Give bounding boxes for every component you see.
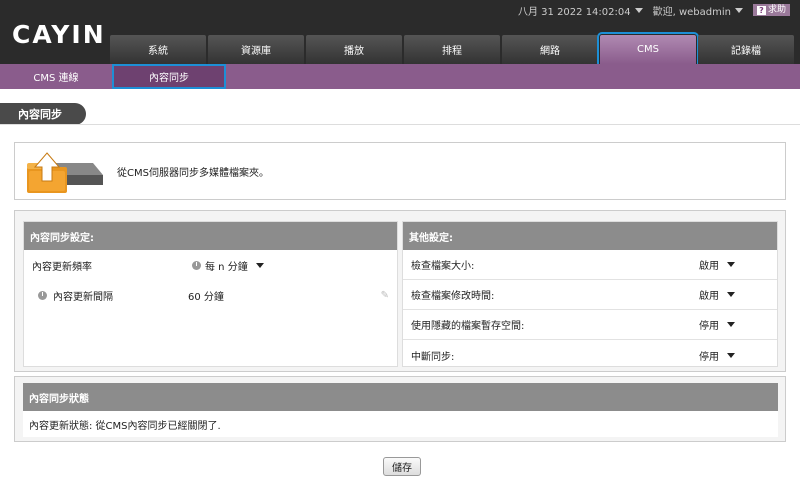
sync-status-panel: 內容同步狀態 內容更新狀態: 從CMS內容同步已經關閉了. — [23, 383, 778, 437]
check-file-size-label: 檢查檔案大小: — [411, 261, 475, 272]
check-file-size-value: 啟用 — [699, 261, 719, 272]
user-menu-dropdown-icon[interactable] — [734, 7, 743, 13]
hidden-cache-label: 使用隱藏的檔案暫存空間: — [411, 321, 525, 332]
update-frequency-value: 每 n 分鐘 — [205, 261, 248, 273]
hidden-cache-row: 使用隱藏的檔案暫存空間: 停用 — [403, 310, 777, 340]
update-interval-row: 內容更新間隔 60 分鐘 ✎ — [24, 280, 397, 310]
update-interval-label: 內容更新間隔 — [53, 291, 113, 303]
other-settings-panel: 其他設定: 檢查檔案大小: 啟用 檢查檔案修改時間: 啟用 使用隱藏的檔案暫存空… — [402, 221, 778, 367]
update-frequency-row: 內容更新頻率 每 n 分鐘 — [24, 250, 397, 280]
tab-playback[interactable]: 播放 — [306, 35, 402, 64]
check-modified-time-select[interactable]: 啟用 — [699, 287, 735, 302]
check-modified-time-value: 啟用 — [699, 291, 719, 302]
sub-navigation: CMS 連線 內容同步 — [0, 64, 800, 89]
upload-folder-icon — [27, 152, 103, 193]
check-modified-time-label: 檢查檔案修改時間: — [411, 291, 495, 302]
clock-icon — [192, 260, 201, 270]
panel-header: 其他設定: — [403, 222, 777, 250]
update-frequency-select[interactable]: 每 n 分鐘 — [192, 258, 264, 273]
brand-logo: CAYIN — [12, 20, 106, 49]
help-button[interactable]: ? 求助 — [752, 4, 790, 16]
sync-status-section: 內容同步狀態 內容更新狀態: 從CMS內容同步已經關閉了. — [14, 376, 786, 442]
tab-cms[interactable]: CMS — [597, 32, 699, 67]
page-title: 內容同步 — [0, 103, 86, 125]
interrupt-sync-label: 中斷同步: — [411, 351, 455, 363]
check-file-size-row: 檢查檔案大小: 啟用 — [403, 250, 777, 280]
help-label: 求助 — [767, 5, 786, 15]
tab-logs[interactable]: 記錄檔 — [698, 35, 794, 64]
update-interval-value: 60 分鐘 — [188, 291, 224, 303]
clock-icon — [38, 290, 47, 300]
subtab-content-sync[interactable]: 內容同步 — [112, 64, 226, 89]
datetime-display: 八月 31 2022 14:02:04 — [517, 6, 631, 18]
panel-header: 內容同步設定: — [24, 222, 397, 250]
user-welcome[interactable]: 歡迎, webadmin — [653, 3, 731, 18]
caret-down-icon — [727, 352, 735, 358]
datetime-dropdown-icon[interactable] — [634, 7, 643, 13]
info-box: 從CMS伺服器同步多媒體檔案夾。 — [14, 142, 786, 200]
hidden-cache-select[interactable]: 停用 — [699, 317, 735, 332]
subtab-cms-connection[interactable]: CMS 連線 — [0, 64, 112, 89]
caret-down-icon — [255, 262, 264, 268]
status-header: 內容同步狀態 — [23, 383, 778, 411]
interrupt-sync-select[interactable]: 停用 — [699, 348, 735, 363]
interrupt-sync-value: 停用 — [699, 351, 719, 363]
tab-schedule[interactable]: 排程 — [404, 35, 500, 64]
interrupt-sync-row: 中斷同步: 停用 — [403, 340, 777, 370]
info-text: 從CMS伺服器同步多媒體檔案夾。 — [117, 167, 269, 179]
tab-library[interactable]: 資源庫 — [208, 35, 304, 64]
caret-down-icon — [727, 262, 735, 267]
save-button[interactable]: 儲存 — [383, 457, 421, 476]
tab-system[interactable]: 系統 — [110, 35, 206, 64]
hidden-cache-value: 停用 — [699, 321, 719, 332]
pencil-icon[interactable]: ✎ — [381, 290, 389, 301]
caret-down-icon — [727, 292, 735, 297]
settings-section: 內容同步設定: 內容更新頻率 每 n 分鐘 內容更新間隔 60 分鐘 ✎ 其他設… — [14, 210, 786, 372]
tab-network[interactable]: 網路 — [502, 35, 598, 64]
main-tabs: 系統 資源庫 播放 排程 網路 CMS 記錄檔 — [110, 32, 796, 67]
content-sync-settings-panel: 內容同步設定: 內容更新頻率 每 n 分鐘 內容更新間隔 60 分鐘 ✎ — [23, 221, 398, 367]
header-bar: CAYIN 八月 31 2022 14:02:04 歡迎, webadmin ?… — [0, 0, 800, 67]
status-text: 內容更新狀態: 從CMS內容同步已經關閉了. — [29, 420, 221, 432]
caret-down-icon — [727, 322, 735, 327]
check-file-size-select[interactable]: 啟用 — [699, 257, 735, 272]
update-frequency-label: 內容更新頻率 — [32, 261, 92, 273]
question-icon: ? — [756, 5, 766, 15]
check-modified-time-row: 檢查檔案修改時間: 啟用 — [403, 280, 777, 310]
title-divider — [0, 124, 800, 125]
top-status-bar: 八月 31 2022 14:02:04 歡迎, webadmin ? 求助 — [517, 3, 790, 18]
